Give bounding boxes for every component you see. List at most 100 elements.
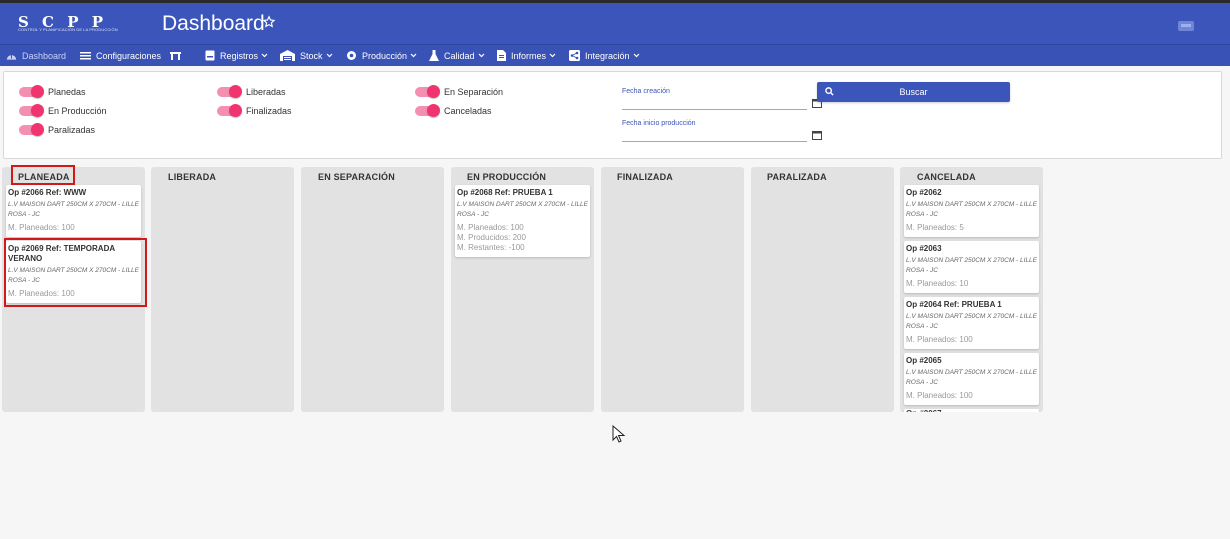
toggle-knob — [427, 104, 440, 117]
card-title: Op #2066 Ref: WWW — [8, 188, 87, 197]
toggle-switch[interactable] — [217, 85, 242, 98]
toggle-knob — [31, 104, 44, 117]
main-navbar: Dashboard Configuraciones Registros Stoc… — [0, 45, 1230, 66]
chevron-down-icon — [326, 53, 332, 58]
card-description: L.V MAISON DART 250CM X 270CM - LILLE RO… — [906, 257, 1038, 274]
nav-calidad-label: Calidad — [444, 50, 475, 61]
order-card[interactable]: Op #2069 Ref: TEMPORADA VERANO L.V MAISON… — [6, 241, 141, 303]
document-icon — [497, 50, 506, 61]
toggle-en-separacion-label: En Separación — [444, 87, 504, 97]
filter-panel: Planedas En Producción Paralizadas Liber… — [3, 71, 1222, 159]
chevron-down-icon — [549, 53, 556, 58]
nav-configuraciones-label: Configuraciones — [96, 50, 162, 61]
toggle-planeadas-label: Planedas — [48, 87, 86, 97]
nav-tools[interactable] — [169, 45, 187, 66]
search-button[interactable]: Buscar — [817, 82, 1010, 102]
order-card[interactable]: Op #2062 L.V MAISON DART 250CM X 270CM - … — [904, 185, 1039, 237]
card-title: Op #2062 — [906, 188, 942, 197]
app-logo[interactable]: S C P P CONTROL Y PLANIFICACIÓN DE LA PR… — [18, 13, 118, 35]
card-title: Op #2065 — [906, 356, 942, 365]
toggle-switch[interactable] — [19, 85, 44, 98]
nav-informes-label: Informes — [511, 50, 547, 61]
toggle-canceladas-label: Canceladas — [444, 106, 492, 116]
fecha-inicio-produccion-field[interactable]: Fecha inicio producción — [622, 120, 822, 142]
order-card[interactable]: Op #2068 Ref: PRUEBA 1 L.V MAISON DART 25… — [455, 185, 590, 257]
card-title: Op #2064 Ref: PRUEBA 1 — [906, 300, 1002, 309]
toggle-knob — [229, 104, 242, 117]
page-title: Dashboard — [162, 12, 265, 35]
order-card[interactable]: Op #2065 L.V MAISON DART 250CM X 270CM - … — [904, 353, 1039, 405]
nav-integracion-label: Integración — [585, 50, 630, 61]
toggle-knob — [31, 85, 44, 98]
column-title: FINALIZADA — [617, 172, 673, 182]
tools-icon — [170, 51, 181, 60]
toggle-paralizadas-label: Paralizadas — [48, 125, 96, 135]
toggle-liberadas[interactable]: Liberadas — [217, 85, 286, 98]
card-list: Op #2068 Ref: PRUEBA 1 L.V MAISON DART 25… — [455, 185, 590, 261]
column-title: EN SEPARACIÓN — [318, 172, 395, 182]
column-en-produccion: EN PRODUCCIÓN Op #2068 Ref: PRUEBA 1 L.V M… — [451, 167, 594, 412]
warehouse-icon — [280, 50, 295, 61]
nav-dashboard[interactable]: Dashboard — [6, 45, 66, 66]
toggle-knob — [427, 85, 440, 98]
column-title: PARALIZADA — [767, 172, 827, 182]
flask-icon — [429, 50, 439, 61]
production-cog-icon — [347, 51, 356, 60]
nav-configuraciones[interactable]: Configuraciones — [80, 45, 161, 66]
toggle-switch[interactable] — [217, 104, 242, 117]
toggle-planeadas[interactable]: Planedas — [19, 85, 86, 98]
app-header: S C P P CONTROL Y PLANIFICACIÓN DE LA PR… — [0, 3, 1230, 45]
nav-produccion-label: Producción — [362, 50, 408, 61]
toggle-knob — [31, 123, 44, 136]
share-icon — [569, 50, 580, 61]
order-card[interactable]: Op #2066 Ref: WWW L.V MAISON DART 250CM X… — [6, 185, 141, 237]
settings-sliders-icon — [80, 52, 91, 60]
toggle-finalizadas[interactable]: Finalizadas — [217, 104, 292, 117]
nav-dashboard-label: Dashboard — [22, 50, 67, 61]
order-card[interactable]: Op #2063 L.V MAISON DART 250CM X 270CM - … — [904, 241, 1039, 293]
nav-stock[interactable]: Stock — [280, 45, 333, 66]
nav-registros[interactable]: Registros — [205, 45, 268, 66]
chevron-down-icon — [261, 53, 268, 58]
toggle-switch[interactable] — [415, 85, 440, 98]
card-title: Op #2067 — [906, 409, 1037, 412]
card-title: Op #2068 Ref: PRUEBA 1 — [457, 188, 553, 197]
dashboard-icon — [6, 54, 17, 60]
registry-icon — [205, 50, 215, 61]
toggle-finalizadas-label: Finalizadas — [246, 106, 292, 116]
column-title: PLANEADA — [18, 172, 70, 182]
favorite-star-icon[interactable] — [262, 15, 276, 29]
toggle-en-produccion-label: En Producción — [48, 106, 107, 116]
card-description: L.V MAISON DART 250CM X 270CM - LILLE RO… — [906, 313, 1038, 330]
fecha-creacion-field[interactable]: Fecha creación — [622, 88, 822, 110]
column-paralizada: PARALIZADA — [751, 167, 894, 412]
nav-calidad[interactable]: Calidad — [429, 45, 485, 66]
column-title: LIBERADA — [168, 172, 217, 182]
order-card[interactable]: Op #2064 Ref: PRUEBA 1 L.V MAISON DART 25… — [904, 297, 1039, 349]
nav-produccion[interactable]: Producción — [346, 45, 417, 66]
nav-integracion[interactable]: Integración — [569, 45, 640, 66]
card-list: Op #2062 L.V MAISON DART 250CM X 270CM - … — [904, 185, 1039, 412]
order-card[interactable]: Op #2067 — [904, 409, 1039, 412]
toggle-switch[interactable] — [19, 104, 44, 117]
nav-registros-label: Registros — [220, 50, 259, 61]
card-meta: M. Planeados: 100 — [906, 335, 973, 344]
toggle-switch[interactable] — [19, 123, 44, 136]
card-list: Op #2066 Ref: WWW L.V MAISON DART 250CM X… — [6, 185, 141, 307]
card-meta: M. Planeados: 100 — [8, 289, 75, 298]
column-en-separacion: EN SEPARACIÓN — [301, 167, 444, 412]
toggle-switch[interactable] — [415, 104, 440, 117]
fecha-creacion-label: Fecha creación — [622, 88, 670, 95]
calendar-icon[interactable] — [812, 130, 822, 140]
company-logo-icon[interactable] — [1175, 16, 1197, 34]
card-title: Op #2069 Ref: TEMPORADA VERANO — [8, 244, 115, 263]
toggle-en-produccion[interactable]: En Producción — [19, 104, 107, 117]
toggle-en-separacion[interactable]: En Separación — [415, 85, 504, 98]
card-meta: M. Planeados: 5 — [906, 223, 964, 232]
mouse-cursor-icon — [612, 425, 626, 443]
nav-stock-label: Stock — [300, 50, 323, 61]
toggle-canceladas[interactable]: Canceladas — [415, 104, 492, 117]
nav-informes[interactable]: Informes — [497, 45, 556, 66]
card-description: L.V MAISON DART 250CM X 270CM - LILLE RO… — [8, 267, 140, 284]
toggle-paralizadas[interactable]: Paralizadas — [19, 123, 96, 136]
